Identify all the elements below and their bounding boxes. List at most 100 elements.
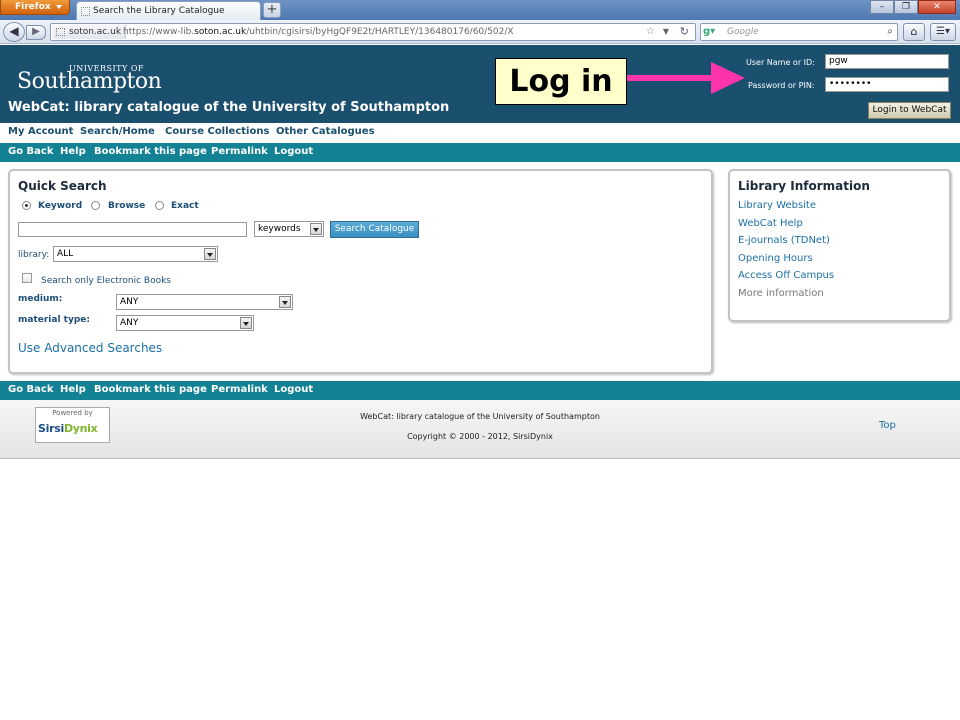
library-website-link[interactable]: Library Website: [738, 200, 816, 211]
user-id-label: User Name or ID:: [746, 58, 815, 67]
page-icon: [81, 7, 90, 16]
chevron-down-icon: [310, 223, 322, 235]
close-window-button[interactable]: ✕: [918, 0, 956, 14]
radio-keyword-label[interactable]: Keyword: [38, 201, 82, 211]
home-icon: ⌂: [910, 25, 918, 38]
annotation-callout: Log in: [495, 58, 627, 105]
ebooks-label[interactable]: Search only Electronic Books: [41, 276, 171, 286]
bookmark-star-icon[interactable]: ☆: [646, 24, 655, 40]
menu-go-back[interactable]: Go Back: [8, 384, 54, 395]
page-footer: Powered by SirsiDynix WebCat: library ca…: [0, 400, 960, 459]
menu-bookmark[interactable]: Bookmark this page: [94, 146, 207, 157]
logo-big-text: Southampton: [17, 69, 162, 94]
minimize-button[interactable]: –: [870, 0, 894, 14]
menu-bookmark[interactable]: Bookmark this page: [94, 384, 207, 395]
browser-titlebar: Firefox Search the Library Catalogue + –…: [0, 0, 960, 20]
url-prefix: https://www-lib.: [123, 27, 195, 37]
url-bar[interactable]: soton.ac.uk https://www-lib.soton.ac.uk/…: [50, 23, 696, 41]
annotation-arrow: [627, 62, 745, 94]
chevron-down-icon: [204, 248, 216, 260]
radio-keyword[interactable]: [22, 201, 31, 210]
radio-exact[interactable]: [155, 201, 164, 210]
url-domain: soton.ac.uk: [194, 27, 247, 37]
firefox-menu-button[interactable]: Firefox: [0, 0, 70, 15]
plus-icon: +: [266, 2, 278, 17]
url-path: /uhtbin/cgisirsi/byHgQF9E2t/HARTLEY/1364…: [246, 27, 514, 37]
site-identity-label: soton.ac.uk: [69, 27, 122, 37]
search-catalogue-button[interactable]: Search Catalogue: [330, 221, 419, 238]
radio-exact-label[interactable]: Exact: [171, 201, 199, 211]
library-value: ALL: [57, 249, 74, 259]
ejournals-link[interactable]: E-journals (TDNet): [738, 235, 830, 246]
primary-menu: My Account Search/Home Course Collection…: [0, 123, 960, 142]
forward-arrow-icon: ▶: [32, 26, 40, 37]
menu-help[interactable]: Help: [60, 146, 86, 157]
material-type-label: material type:: [18, 315, 90, 325]
tab-title: Search the Library Catalogue: [93, 6, 225, 16]
back-arrow-icon: ◀: [9, 24, 19, 38]
reload-icon[interactable]: ↻: [680, 24, 689, 40]
more-information-link[interactable]: More information: [738, 288, 824, 299]
webcat-help-link[interactable]: WebCat Help: [738, 218, 803, 229]
material-type-select[interactable]: ANY: [116, 315, 254, 331]
web-search-placeholder: Google: [727, 27, 759, 37]
medium-value: ANY: [120, 297, 139, 307]
site-header: UNIVERSITY OF Southampton WebCat: librar…: [0, 45, 960, 123]
medium-select[interactable]: ANY: [116, 294, 293, 310]
extras-menu-button[interactable]: ☰▾: [930, 23, 956, 41]
firefox-menu-label: Firefox: [15, 2, 51, 12]
medium-label: medium:: [18, 294, 63, 304]
ebooks-checkbox[interactable]: [22, 273, 32, 283]
menu-go-back[interactable]: Go Back: [8, 146, 54, 157]
back-to-top-link[interactable]: Top: [879, 420, 896, 431]
access-off-campus-link[interactable]: Access Off Campus: [738, 270, 834, 281]
chevron-down-icon: [56, 5, 62, 9]
opening-hours-link[interactable]: Opening Hours: [738, 253, 813, 264]
material-type-value: ANY: [120, 318, 139, 328]
arrow-shaft: [627, 75, 715, 81]
chevron-down-icon: [240, 317, 252, 329]
library-information-heading: Library Information: [738, 179, 870, 193]
library-select[interactable]: ALL: [53, 246, 218, 262]
tab-active[interactable]: Search the Library Catalogue: [76, 1, 261, 20]
radio-browse-label[interactable]: Browse: [108, 201, 145, 211]
secondary-menu-top: Go Back Help Bookmark this page Permalin…: [0, 143, 960, 162]
arrow-head: [711, 62, 745, 94]
login-button[interactable]: Login to WebCat: [868, 102, 951, 119]
menu-permalink[interactable]: Permalink: [211, 384, 268, 395]
menu-other-catalogues[interactable]: Other Catalogues: [276, 126, 375, 137]
search-type-value: keywords: [258, 224, 301, 234]
menu-logout[interactable]: Logout: [274, 384, 313, 395]
url-text: https://www-lib.soton.ac.uk/uhtbin/cgisi…: [123, 24, 514, 40]
menu-logout[interactable]: Logout: [274, 146, 313, 157]
google-engine-icon[interactable]: g▾: [703, 25, 723, 39]
page-title: WebCat: library catalogue of the Univers…: [8, 100, 450, 115]
quick-search-heading: Quick Search: [18, 179, 107, 193]
menu-my-account[interactable]: My Account: [8, 126, 73, 137]
chevron-down-icon: [279, 296, 291, 308]
radio-browse[interactable]: [91, 201, 100, 210]
search-type-select[interactable]: keywords: [254, 221, 324, 237]
menu-search-home[interactable]: Search/Home: [80, 126, 155, 137]
menu-permalink[interactable]: Permalink: [211, 146, 268, 157]
new-tab-button[interactable]: +: [263, 2, 281, 18]
site-identity-button[interactable]: soton.ac.uk: [53, 25, 127, 39]
back-button[interactable]: ◀: [3, 22, 25, 42]
search-input[interactable]: [18, 222, 247, 237]
forward-button[interactable]: ▶: [26, 25, 46, 40]
library-label: library:: [18, 250, 50, 260]
site-icon: [56, 28, 65, 36]
pin-label: Password or PIN:: [748, 81, 815, 90]
web-search-bar[interactable]: g▾ Google ⌕: [700, 23, 898, 41]
magnifier-icon[interactable]: ⌕: [887, 24, 893, 40]
pin-input[interactable]: ••••••••: [825, 77, 949, 92]
menu-help[interactable]: Help: [60, 384, 86, 395]
advanced-search-link[interactable]: Use Advanced Searches: [18, 341, 162, 355]
menu-course-collections[interactable]: Course Collections: [165, 126, 269, 137]
user-id-input[interactable]: pgw: [825, 54, 949, 69]
footer-title: WebCat: library catalogue of the Univers…: [360, 412, 600, 421]
url-history-dropdown-icon[interactable]: ▼: [663, 24, 669, 40]
maximize-button[interactable]: ❐: [894, 0, 918, 14]
footer-copyright: Copyright © 2000 - 2012, SirsiDynix: [407, 432, 553, 441]
home-button[interactable]: ⌂: [903, 23, 925, 41]
